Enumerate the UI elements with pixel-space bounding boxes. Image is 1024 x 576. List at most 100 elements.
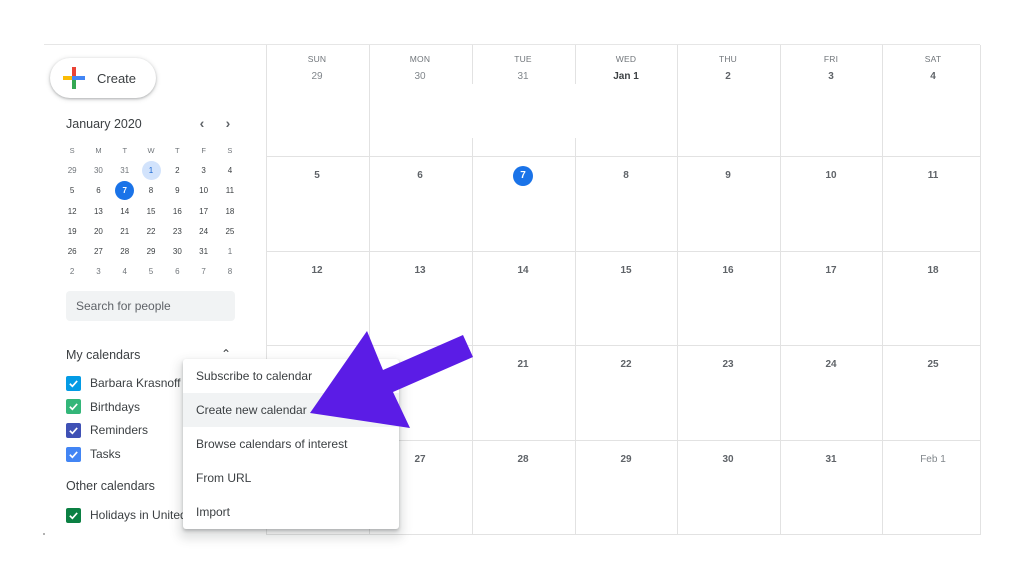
day-cell-date[interactable]: 8 [575,170,677,181]
mini-calendar-day[interactable]: 31 [190,241,216,261]
mini-calendar-day[interactable]: 17 [190,201,216,221]
day-cell-date[interactable]: 15 [575,265,677,276]
calendar-item[interactable]: Birthdays [66,398,140,416]
mini-calendar-day[interactable]: 15 [138,201,164,221]
mini-calendar-day[interactable]: 22 [138,221,164,241]
mini-calendar-day[interactable]: 23 [164,221,190,241]
mini-calendar-day[interactable]: 20 [85,221,111,241]
mini-calendar-day[interactable]: 5 [59,181,85,201]
calendar-item[interactable]: Tasks [66,445,121,463]
weekday-header: MON [409,54,431,64]
mini-calendar-day[interactable]: 1 [138,160,164,180]
checkbox-checked-icon[interactable] [66,399,81,415]
today-badge[interactable]: 7 [513,166,533,186]
mini-calendar-day[interactable]: 8 [217,262,243,282]
mini-calendar-day[interactable]: 4 [217,160,243,180]
mini-calendar-day[interactable]: 8 [138,181,164,201]
mini-calendar-day[interactable]: 25 [217,221,243,241]
mini-calendar-day[interactable]: 16 [164,201,190,221]
day-cell-date[interactable]: 10 [780,170,882,181]
day-cell-date[interactable]: 7 [472,166,574,186]
mini-calendar-day[interactable]: 6 [85,181,111,201]
mini-calendar-day[interactable]: 4 [112,262,138,282]
day-cell-date[interactable]: 5 [266,170,368,181]
all-day-event-area[interactable] [370,84,677,138]
day-cell-date[interactable]: 22 [575,359,677,370]
mini-calendar-day[interactable]: 18 [217,201,243,221]
day-cell-date[interactable]: 6 [369,170,471,181]
mini-calendar-day[interactable]: 10 [190,181,216,201]
day-cell-date[interactable]: 13 [369,265,471,276]
mini-calendar-day[interactable]: 29 [138,241,164,261]
mini-calendar-day[interactable]: 26 [59,241,85,261]
day-cell-date[interactable]: 25 [882,359,984,370]
mini-calendar-day[interactable]: 5 [138,262,164,282]
menu-item-subscribe[interactable]: Subscribe to calendar [183,359,399,393]
menu-item-import[interactable]: Import [183,495,399,529]
day-cell-date[interactable]: 30 [677,454,779,465]
mini-calendar-day[interactable]: 6 [164,262,190,282]
mini-calendar-day[interactable]: 3 [190,160,216,180]
mini-calendar-day[interactable]: 21 [112,221,138,241]
mini-calendar-day[interactable]: 7 [190,262,216,282]
mini-calendar-day[interactable]: 11 [217,181,243,201]
mini-calendar-day[interactable]: 30 [164,241,190,261]
mini-calendar-day[interactable]: 2 [59,262,85,282]
mini-calendar-day[interactable]: 29 [59,160,85,180]
day-cell-date[interactable]: 31 [780,454,882,465]
day-cell-date[interactable]: 29 [266,71,368,82]
day-cell-date[interactable]: 24 [780,359,882,370]
day-cell-date[interactable]: 30 [369,71,471,82]
my-calendars-heading[interactable]: My calendars [66,348,140,362]
day-cell-date[interactable]: 2 [677,71,779,82]
calendar-item[interactable]: Reminders [66,421,148,439]
mini-calendar-day[interactable]: 13 [85,201,111,221]
day-cell-date[interactable]: 29 [575,454,677,465]
checkbox-checked-icon[interactable] [66,422,81,438]
day-cell-date[interactable]: Feb 1 [882,454,984,465]
calendar-item[interactable]: Barbara Krasnoff [66,374,181,392]
day-cell-date[interactable]: 9 [677,170,779,181]
mini-calendar-day[interactable]: 14 [112,201,138,221]
day-cell-date[interactable]: 11 [882,170,984,181]
create-button[interactable]: Create [50,58,156,98]
mini-calendar-day[interactable]: 27 [85,241,111,261]
mini-calendar-day[interactable]: 12 [59,201,85,221]
checkbox-checked-icon[interactable] [66,507,81,523]
menu-item-browse-calendars[interactable]: Browse calendars of interest [183,427,399,461]
search-people-input[interactable] [66,291,235,321]
day-cell-date[interactable]: 3 [780,71,882,82]
checkbox-checked-icon[interactable] [66,446,81,462]
day-cell-date[interactable]: 18 [882,265,984,276]
day-cell-date[interactable]: 28 [472,454,574,465]
mini-calendar-day[interactable]: 24 [190,221,216,241]
chevron-right-icon[interactable]: › [220,114,236,132]
day-cell-date[interactable]: 4 [882,71,984,82]
day-cell-date[interactable]: 23 [677,359,779,370]
mini-calendar-day[interactable]: 9 [164,181,190,201]
day-cell-date[interactable]: 31 [472,71,574,82]
mini-calendar-day[interactable]: 7 [112,181,138,201]
mini-calendar-day[interactable]: 28 [112,241,138,261]
mini-calendar-day[interactable]: 19 [59,221,85,241]
mini-calendar-day[interactable]: 3 [85,262,111,282]
weekday-header: TUE [514,54,532,64]
mini-calendar-day[interactable]: 1 [217,241,243,261]
mini-calendar-day-number: 27 [93,247,103,257]
day-cell-date[interactable]: Jan 1 [575,71,677,82]
add-calendar-menu: Subscribe to calendar Create new calenda… [183,359,399,529]
day-cell-date[interactable]: 17 [780,265,882,276]
menu-item-from-url[interactable]: From URL [183,461,399,495]
day-cell-date[interactable]: 21 [472,359,574,370]
checkbox-checked-icon[interactable] [66,375,81,391]
chevron-left-icon[interactable]: ‹ [194,114,210,132]
menu-item-create-new-calendar[interactable]: Create new calendar [183,393,399,427]
mini-calendar-day[interactable]: 30 [85,160,111,180]
day-cell-date[interactable]: 12 [266,265,368,276]
day-cell-date[interactable]: 14 [472,265,574,276]
day-cell-date[interactable]: 16 [677,265,779,276]
mini-calendar-day[interactable]: 2 [164,160,190,180]
mini-calendar-day-number: 14 [120,206,130,216]
mini-calendar-day[interactable]: 31 [112,160,138,180]
mini-calendar-day-number: 9 [175,186,180,196]
